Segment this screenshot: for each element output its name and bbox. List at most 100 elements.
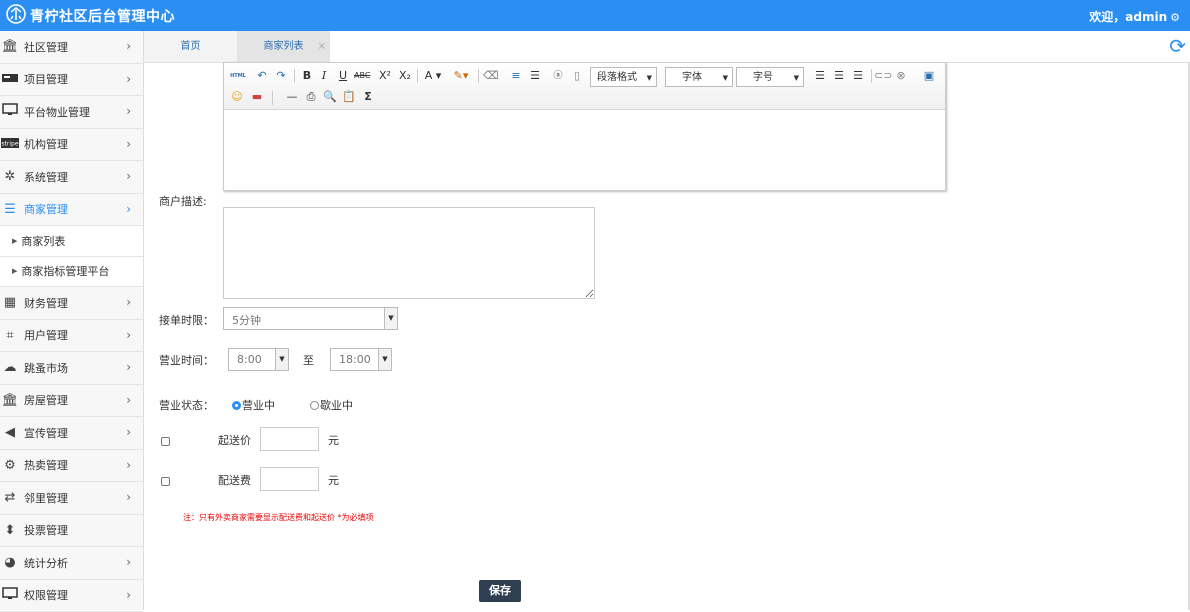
status-open-radio[interactable]: 营业中 <box>232 397 275 413</box>
underline-icon[interactable]: U <box>336 68 350 84</box>
align-left-icon[interactable]: ☰ <box>813 68 827 84</box>
sidebar-item-label: 系统管理 <box>24 169 68 185</box>
align-center-icon[interactable]: ☰ <box>832 68 846 84</box>
undo-icon[interactable]: ↶ <box>255 68 269 84</box>
tab-label: 商家列表 <box>264 41 304 52</box>
superscript-icon[interactable]: X² <box>378 68 392 84</box>
italic-icon[interactable]: I <box>317 68 331 84</box>
eraser-icon[interactable]: ⌫ <box>483 68 497 84</box>
volume-icon: ◀ <box>1 425 19 440</box>
chevron-right-icon: › <box>126 39 131 53</box>
ordered-list-icon[interactable]: ≡ <box>509 68 523 84</box>
sidebar-item-finance[interactable]: ▦财务管理› <box>0 287 143 320</box>
fullscreen-icon[interactable]: ▣ <box>922 68 936 84</box>
refresh-icon[interactable]: ⟳ <box>1169 34 1186 58</box>
sidebar-subitem-merchant-metrics[interactable]: ▶商家指标管理平台 <box>0 257 143 288</box>
min-price-checkbox[interactable] <box>161 437 170 446</box>
font-family-label: 字体 <box>682 72 702 83</box>
delivery-fee-unit: 元 <box>328 472 339 488</box>
emoji-icon[interactable]: ☺ <box>230 89 244 105</box>
radio-checked-icon <box>232 401 241 410</box>
order-limit-select[interactable]: 5分钟 ▼ <box>223 307 398 330</box>
preview-icon[interactable]: 🔍 <box>323 89 337 105</box>
desc-label: 商户描述: <box>159 193 207 209</box>
sidebar-item-users[interactable]: ⌗用户管理› <box>0 320 143 353</box>
sidebar-item-label: 商家管理 <box>24 201 68 217</box>
desc-textarea[interactable] <box>223 207 595 299</box>
sidebar-item-merchants[interactable]: ☰商家管理› <box>0 194 143 227</box>
retweet-icon: ⇄ <box>1 490 19 505</box>
editor-toolbar: HTML ↶ ↷ B I U ABC X² X₂ A ▾ ✎▾ ⌫ ≡ ☰ ⓐ … <box>224 63 945 110</box>
chevron-right-icon: › <box>126 295 131 309</box>
text-icon[interactable]: ⓐ <box>551 68 565 84</box>
sidebar-item-system[interactable]: ✲系统管理› <box>0 161 143 194</box>
editor-content-area[interactable] <box>224 110 945 190</box>
tab-merchant-list[interactable]: 商家列表 × <box>237 31 330 62</box>
caret-down-icon: ▼ <box>275 349 288 370</box>
sidebar: 🏛社区管理› 项目管理› 平台物业管理› stripe机构管理› ✲系统管理› … <box>0 31 144 610</box>
tab-home[interactable]: 首页 <box>144 31 237 62</box>
order-limit-label: 接单时限： <box>159 312 214 328</box>
hours-to-label: 至 <box>303 352 314 368</box>
subscript-icon[interactable]: X₂ <box>398 68 412 84</box>
sidebar-item-label: 宣传管理 <box>24 425 68 441</box>
font-size-select[interactable]: 字号▼ <box>736 67 804 87</box>
sidebar-item-voting[interactable]: ⬍投票管理 <box>0 515 143 548</box>
status-closed-radio[interactable]: 歇业中 <box>310 397 353 413</box>
redo-icon[interactable]: ↷ <box>274 68 288 84</box>
hours-end-select[interactable]: 18:00 ▼ <box>330 348 392 371</box>
unordered-list-icon[interactable]: ☰ <box>528 68 542 84</box>
sidebar-subitem-merchant-list[interactable]: ▶商家列表 <box>0 226 143 257</box>
paragraph-format-select[interactable]: 段落格式▼ <box>590 67 657 87</box>
crop-icon: ⌗ <box>1 328 19 343</box>
list-icon: ☰ <box>1 202 19 217</box>
link-icon[interactable]: ⊂⊃ <box>874 68 890 84</box>
sidebar-item-statistics[interactable]: ◕统计分析› <box>0 547 143 580</box>
sidebar-item-label: 社区管理 <box>24 39 68 55</box>
chevron-right-icon: › <box>126 425 131 439</box>
delivery-fee-checkbox[interactable] <box>161 477 170 486</box>
yelp-icon: ✲ <box>1 169 19 184</box>
save-button[interactable]: 保存 <box>479 580 521 602</box>
html-source-icon[interactable]: HTML <box>230 68 246 84</box>
unlink-icon[interactable]: ⊗ <box>894 68 908 84</box>
print-icon[interactable]: ⎙ <box>304 89 318 105</box>
sidebar-item-housing[interactable]: 🏛房屋管理› <box>0 385 143 418</box>
delivery-fee-input[interactable] <box>260 467 319 491</box>
min-price-input[interactable] <box>260 427 319 451</box>
image-icon[interactable]: ▬ <box>250 89 264 105</box>
sidebar-item-permissions[interactable]: 权限管理› <box>0 580 143 612</box>
paste-icon[interactable]: 📋 <box>342 89 356 105</box>
sidebar-item-label: 权限管理 <box>24 587 68 603</box>
close-icon[interactable]: × <box>318 31 326 62</box>
align-right-icon[interactable]: ☰ <box>851 68 865 84</box>
sidebar-item-promotion[interactable]: ◀ 宣传管理 › <box>0 417 143 450</box>
font-family-select[interactable]: 字体▼ <box>665 67 733 87</box>
strikethrough-icon[interactable]: ABC <box>354 68 370 84</box>
monitor-icon <box>1 103 19 120</box>
sidebar-item-label: 邻里管理 <box>24 490 68 506</box>
sidebar-item-projects[interactable]: 项目管理› <box>0 64 143 97</box>
sidebar-item-hot-sale[interactable]: ⚙热卖管理› <box>0 450 143 483</box>
chevron-right-icon: › <box>126 137 131 151</box>
toolbar-separator <box>294 69 295 83</box>
bank-icon: 🏛 <box>1 393 19 408</box>
gear-icon[interactable]: ⚙ <box>1170 11 1180 24</box>
hours-start-select[interactable]: 8:00 ▼ <box>228 348 289 371</box>
sidebar-item-flea-market[interactable]: ☁跳蚤市场› <box>0 352 143 385</box>
sidebar-item-property[interactable]: 平台物业管理› <box>0 96 143 129</box>
sidebar-item-organizations[interactable]: stripe机构管理› <box>0 129 143 162</box>
font-color-icon[interactable]: A ▾ <box>423 68 443 84</box>
gear-icon: ⚙ <box>1 458 19 473</box>
sidebar-item-neighborhood[interactable]: ⇄邻里管理› <box>0 482 143 515</box>
hours-start-value: 8:00 <box>237 353 262 366</box>
logo-icon <box>6 4 26 24</box>
highlight-color-icon[interactable]: ✎▾ <box>450 68 472 84</box>
formula-icon[interactable]: Σ <box>361 89 375 105</box>
sidebar-item-community[interactable]: 🏛社区管理› <box>0 31 143 64</box>
bold-icon[interactable]: B <box>300 68 314 84</box>
welcome-text: 欢迎，admin <box>1089 10 1167 24</box>
user-menu[interactable]: 欢迎，admin⚙ <box>1089 8 1180 25</box>
horizontal-rule-icon[interactable]: — <box>285 89 299 105</box>
page-icon[interactable]: ▯ <box>570 68 584 84</box>
